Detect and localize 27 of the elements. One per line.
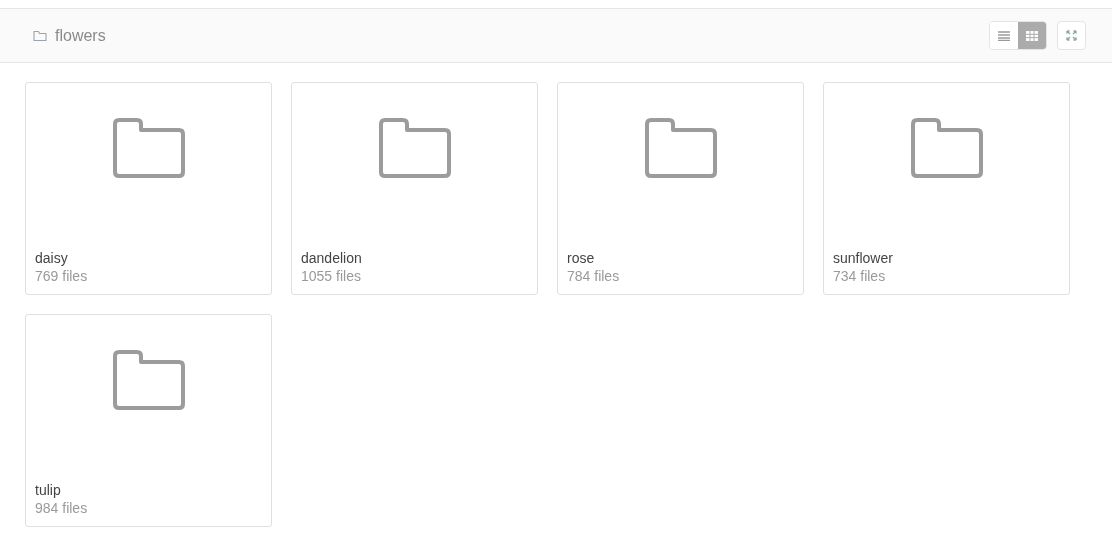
grid-view-button[interactable] <box>1018 22 1046 49</box>
folder-icon <box>33 29 47 42</box>
folder-name: daisy <box>35 249 69 267</box>
fullscreen-button[interactable] <box>1057 21 1086 50</box>
folder-card[interactable]: dandelion 1055 files <box>291 82 538 295</box>
file-count: 734 files <box>833 267 887 285</box>
folder-name: dandelion <box>301 249 363 267</box>
folder-icon <box>112 118 185 178</box>
folder-icon <box>644 118 717 178</box>
folder-name: tulip <box>35 481 62 499</box>
folder-card[interactable]: tulip 984 files <box>25 314 272 527</box>
folder-name: sunflower <box>833 249 894 267</box>
folder-card[interactable]: sunflower 734 files <box>823 82 1070 295</box>
file-count: 984 files <box>35 499 89 517</box>
folder-icon <box>378 118 451 178</box>
file-count: 784 files <box>567 267 621 285</box>
folder-title: flowers <box>55 25 106 46</box>
folder-name: rose <box>567 249 596 267</box>
expand-icon <box>1066 30 1077 41</box>
grid-icon <box>1026 30 1038 41</box>
folder-card[interactable]: daisy 769 files <box>25 82 272 295</box>
list-icon <box>998 30 1010 41</box>
folder-icon <box>910 118 983 178</box>
file-count: 769 files <box>35 267 89 285</box>
folder-card[interactable]: rose 784 files <box>557 82 804 295</box>
folder-icon <box>112 350 185 410</box>
file-count: 1055 files <box>301 267 362 285</box>
